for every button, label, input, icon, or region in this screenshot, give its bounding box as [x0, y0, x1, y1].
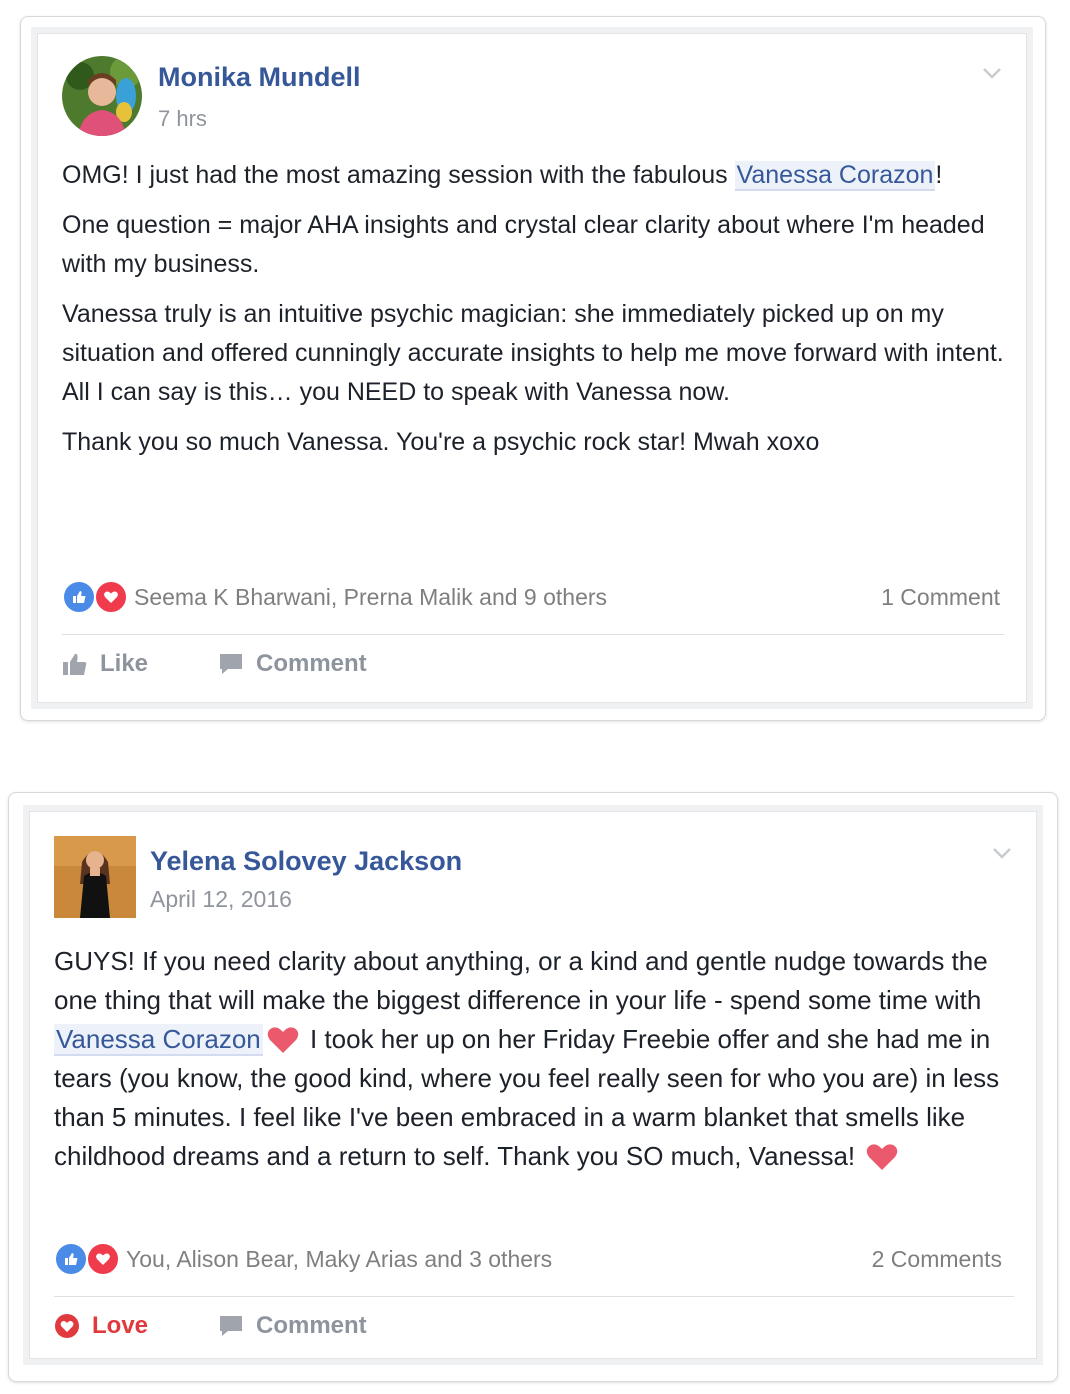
like-label: Like: [100, 650, 149, 677]
comment-icon: [220, 654, 242, 674]
mention-link[interactable]: Vanessa Corazon: [54, 1024, 263, 1056]
comment-label: Comment: [256, 1312, 367, 1339]
comment-label: Comment: [256, 650, 367, 677]
post-paragraph: GUYS! If you need clarity about anything…: [54, 946, 1000, 1171]
post-paragraph: Vanessa truly is an intuitive psychic ma…: [62, 300, 1004, 406]
like-button[interactable]: Like: [62, 650, 148, 678]
chevron-down-icon[interactable]: [982, 66, 1002, 80]
post-paragraph: One question = major AHA insights and cr…: [62, 211, 985, 278]
comment-button[interactable]: Comment: [218, 1312, 367, 1340]
reactions-names[interactable]: Seema K Bharwani, Prerna Malik and 9 oth…: [134, 584, 607, 611]
chevron-down-icon[interactable]: [992, 846, 1012, 860]
post-timestamp[interactable]: 7 hrs: [158, 106, 207, 132]
author-name[interactable]: Monika Mundell: [158, 62, 361, 93]
love-reaction-icon: [55, 1314, 79, 1338]
comment-button[interactable]: Comment: [218, 650, 367, 678]
heart-emoji-icon: [267, 1027, 299, 1053]
post-frame-2: Yelena Solovey Jackson April 12, 2016 GU…: [8, 792, 1058, 1382]
love-reaction-icon: [86, 1242, 120, 1276]
post-frame-1: Monika Mundell 7 hrs OMG! I just had the…: [20, 16, 1046, 721]
post-card-monika: Monika Mundell 7 hrs OMG! I just had the…: [37, 33, 1027, 703]
post-body: GUYS! If you need clarity about anything…: [54, 942, 1014, 1176]
avatar[interactable]: [62, 56, 142, 136]
like-reaction-icon: [62, 580, 96, 614]
post-paragraph: Thank you so much Vanessa. You're a psyc…: [62, 428, 820, 456]
author-name[interactable]: Yelena Solovey Jackson: [150, 846, 462, 877]
comment-icon: [220, 1316, 242, 1336]
post-paragraph: OMG! I just had the most amazing session…: [62, 161, 943, 191]
post-body: OMG! I just had the most amazing session…: [62, 156, 1012, 473]
love-reaction-icon: [94, 580, 128, 614]
comments-count[interactable]: 2 Comments: [872, 1246, 1002, 1273]
comments-count[interactable]: 1 Comment: [881, 584, 1000, 611]
post-timestamp[interactable]: April 12, 2016: [150, 886, 292, 913]
thumbs-up-icon: [63, 653, 87, 675]
post-card-yelena: Yelena Solovey Jackson April 12, 2016 GU…: [29, 811, 1037, 1359]
heart-emoji-icon: [867, 1144, 898, 1170]
reactions-names[interactable]: You, Alison Bear, Maky Arias and 3 other…: [126, 1246, 552, 1273]
divider: [62, 634, 1004, 635]
mention-link[interactable]: Vanessa Corazon: [734, 161, 936, 191]
like-reaction-icon: [54, 1242, 88, 1276]
avatar[interactable]: [54, 836, 136, 918]
love-button[interactable]: Love: [54, 1312, 148, 1340]
love-label: Love: [92, 1312, 149, 1339]
divider: [54, 1296, 1014, 1297]
